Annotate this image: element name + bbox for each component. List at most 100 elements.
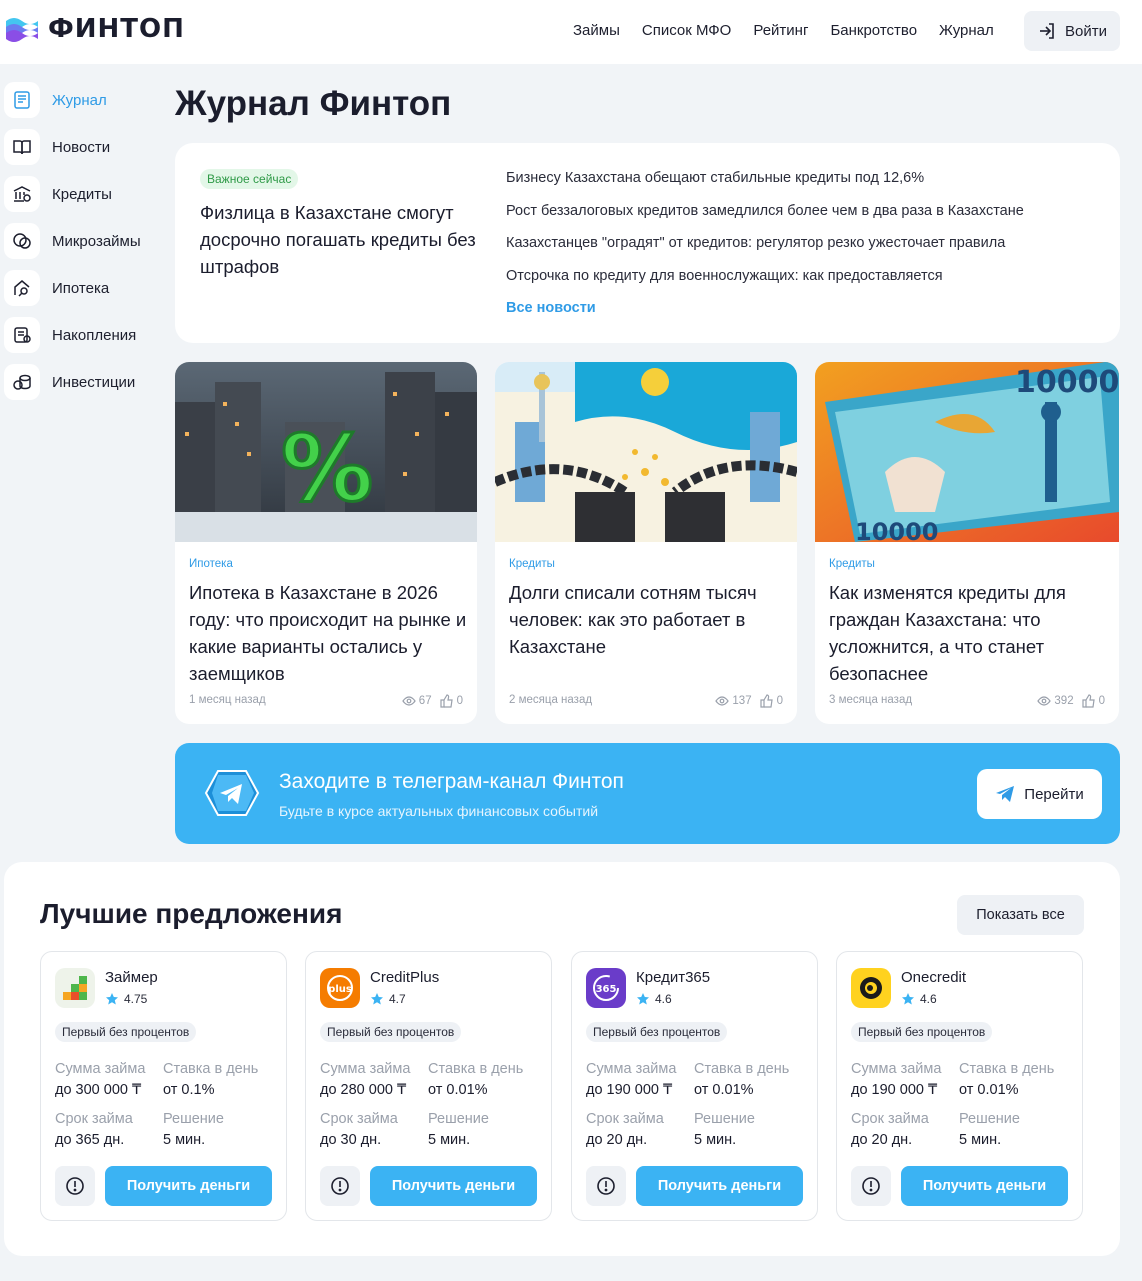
field-value: до 280 000 ₸ xyxy=(320,1082,407,1098)
likes-value: 0 xyxy=(1098,695,1105,707)
offer-info-button[interactable] xyxy=(320,1166,360,1206)
news-link[interactable]: Рост беззалоговых кредитов замедлился бо… xyxy=(506,203,1024,236)
news-link[interactable]: Отсрочка по кредиту для военнослужащих: … xyxy=(506,268,1024,301)
star-icon xyxy=(371,993,383,1005)
sidebar-item-investments[interactable]: Инвестиции xyxy=(4,364,164,400)
star-icon xyxy=(902,993,914,1005)
article-card[interactable]: Кредиты Долги списали сотням тысяч челов… xyxy=(495,362,797,724)
star-icon xyxy=(637,993,649,1005)
article-card[interactable]: 10000 10000 Кредиты Как изменятся кредит… xyxy=(815,362,1119,724)
article-category[interactable]: Кредиты xyxy=(829,558,875,570)
onecredit-logo-icon xyxy=(860,977,882,999)
article-card[interactable]: % Ипотека Ипотека в Казахстане в 2026 го… xyxy=(175,362,477,724)
page-title: Журнал Финтоп xyxy=(175,84,452,123)
article-category[interactable]: Ипотека xyxy=(189,558,233,570)
sidebar-item-journal[interactable]: Журнал xyxy=(4,82,164,118)
offer-logo[interactable]: plus xyxy=(320,968,360,1008)
telegram-go-button[interactable]: Перейти xyxy=(977,769,1102,819)
field-label: Ставка в день xyxy=(959,1061,1055,1077)
nav-loans[interactable]: Займы xyxy=(573,22,620,39)
nav-mfo-list[interactable]: Список МФО xyxy=(642,22,731,39)
news-link[interactable]: Бизнесу Казахстана обещают стабильные кр… xyxy=(506,170,1024,203)
offer-logo[interactable]: 365 xyxy=(586,968,626,1008)
send-icon xyxy=(996,786,1015,802)
sidebar-item-microloans[interactable]: Микрозаймы xyxy=(4,223,164,259)
views-value: 67 xyxy=(418,695,432,707)
nav-journal[interactable]: Журнал xyxy=(939,22,994,39)
offer-name[interactable]: Onecredit xyxy=(901,969,966,986)
svg-text:10000: 10000 xyxy=(1015,365,1119,400)
loan-term: Срок займа до 30 дн. xyxy=(320,1109,398,1151)
decision-time: Решение 5 мин. xyxy=(959,1109,1020,1151)
likes-count[interactable]: 0 xyxy=(759,694,783,708)
offer-info-button[interactable] xyxy=(851,1166,891,1206)
thumbs-up-icon xyxy=(759,694,773,708)
field-label: Срок займа xyxy=(851,1111,929,1127)
login-label: Войти xyxy=(1065,22,1107,40)
get-money-button[interactable]: Получить деньги xyxy=(370,1166,537,1206)
article-category[interactable]: Кредиты xyxy=(509,558,555,570)
telegram-icon xyxy=(204,770,260,816)
info-icon xyxy=(66,1177,84,1195)
sidebar-item-mortgage[interactable]: Ипотека xyxy=(4,270,164,306)
sidebar-item-news[interactable]: Новости xyxy=(4,129,164,165)
article-title[interactable]: Долги списали сотням тысяч человек: как … xyxy=(509,579,789,660)
offer-rating: 4.7 xyxy=(370,992,406,1006)
rating-value: 4.6 xyxy=(655,992,672,1006)
views-value: 137 xyxy=(732,695,752,707)
offer-name[interactable]: CreditPlus xyxy=(370,969,439,986)
likes-count[interactable]: 0 xyxy=(439,694,463,708)
offer-logo[interactable] xyxy=(851,968,891,1008)
field-label: Сумма займа xyxy=(55,1061,146,1077)
login-button[interactable]: Войти xyxy=(1024,11,1120,51)
offer-info-button[interactable] xyxy=(586,1166,626,1206)
offer-info-button[interactable] xyxy=(55,1166,95,1206)
field-value: 5 мин. xyxy=(428,1132,471,1148)
all-news-link[interactable]: Все новости xyxy=(506,300,596,316)
loan-sum: Сумма займа до 280 000 ₸ xyxy=(320,1059,410,1101)
article-title[interactable]: Ипотека в Казахстане в 2026 году: что пр… xyxy=(189,579,469,687)
kredit365-logo-icon: 365 xyxy=(593,975,619,1001)
thumbs-up-icon xyxy=(439,694,453,708)
bank-icon xyxy=(13,186,31,202)
field-label: Решение xyxy=(428,1111,489,1127)
field-value: до 300 000 ₸ xyxy=(55,1082,142,1098)
article-time: 2 месяца назад xyxy=(509,694,593,706)
article-time: 1 месяц назад xyxy=(189,694,266,706)
news-link[interactable]: Казахстанцев "оградят" от кредитов: регу… xyxy=(506,235,1024,268)
article-title[interactable]: Как изменятся кредиты для граждан Казахс… xyxy=(829,579,1109,687)
field-label: Срок займа xyxy=(320,1111,398,1127)
field-value: до 20 дн. xyxy=(586,1132,648,1148)
rating-value: 4.7 xyxy=(389,992,406,1006)
sidebar-item-savings[interactable]: Накопления xyxy=(4,317,164,353)
star-icon xyxy=(106,993,118,1005)
featured-title[interactable]: Физлица в Казахстане смогут досрочно пог… xyxy=(200,199,480,280)
book-icon xyxy=(13,140,31,155)
offer-logo[interactable] xyxy=(55,968,95,1008)
show-all-button[interactable]: Показать все xyxy=(957,895,1084,935)
best-offers-section: Лучшие предложения Показать все Займер 4… xyxy=(4,862,1120,1256)
sidebar-item-label: Ипотека xyxy=(52,279,110,297)
sidebar-item-label: Микрозаймы xyxy=(52,232,141,250)
logo[interactable]: ФИНТОП xyxy=(4,14,185,44)
sidebar-item-credits[interactable]: Кредиты xyxy=(4,176,164,212)
offers-title: Лучшие предложения xyxy=(40,898,343,929)
get-money-button[interactable]: Получить деньги xyxy=(636,1166,803,1206)
field-value: от 0.1% xyxy=(163,1082,215,1098)
daily-rate: Ставка в день от 0.1% xyxy=(163,1059,258,1101)
sidebar: Журнал Новости Кредиты Микрозаймы Ипотек… xyxy=(4,82,164,411)
offer-card: Onecredit 4.6 Первый без процентов Сумма… xyxy=(836,951,1083,1221)
get-money-button[interactable]: Получить деньги xyxy=(901,1166,1068,1206)
likes-count[interactable]: 0 xyxy=(1081,694,1105,708)
get-money-button[interactable]: Получить деньги xyxy=(105,1166,272,1206)
nav-bankruptcy[interactable]: Банкротство xyxy=(830,22,917,39)
logo-text: ФИНТОП xyxy=(48,14,185,44)
offer-name[interactable]: Займер xyxy=(105,969,158,986)
zaymer-logo-icon xyxy=(63,976,87,1000)
nav-rating[interactable]: Рейтинг xyxy=(753,22,808,39)
news-list: Бизнесу Казахстана обещают стабильные кр… xyxy=(506,170,1024,300)
rating-value: 4.75 xyxy=(124,992,148,1006)
sidebar-item-label: Новости xyxy=(52,138,111,156)
field-value: 5 мин. xyxy=(694,1132,737,1148)
offer-name[interactable]: Кредит365 xyxy=(636,969,710,986)
